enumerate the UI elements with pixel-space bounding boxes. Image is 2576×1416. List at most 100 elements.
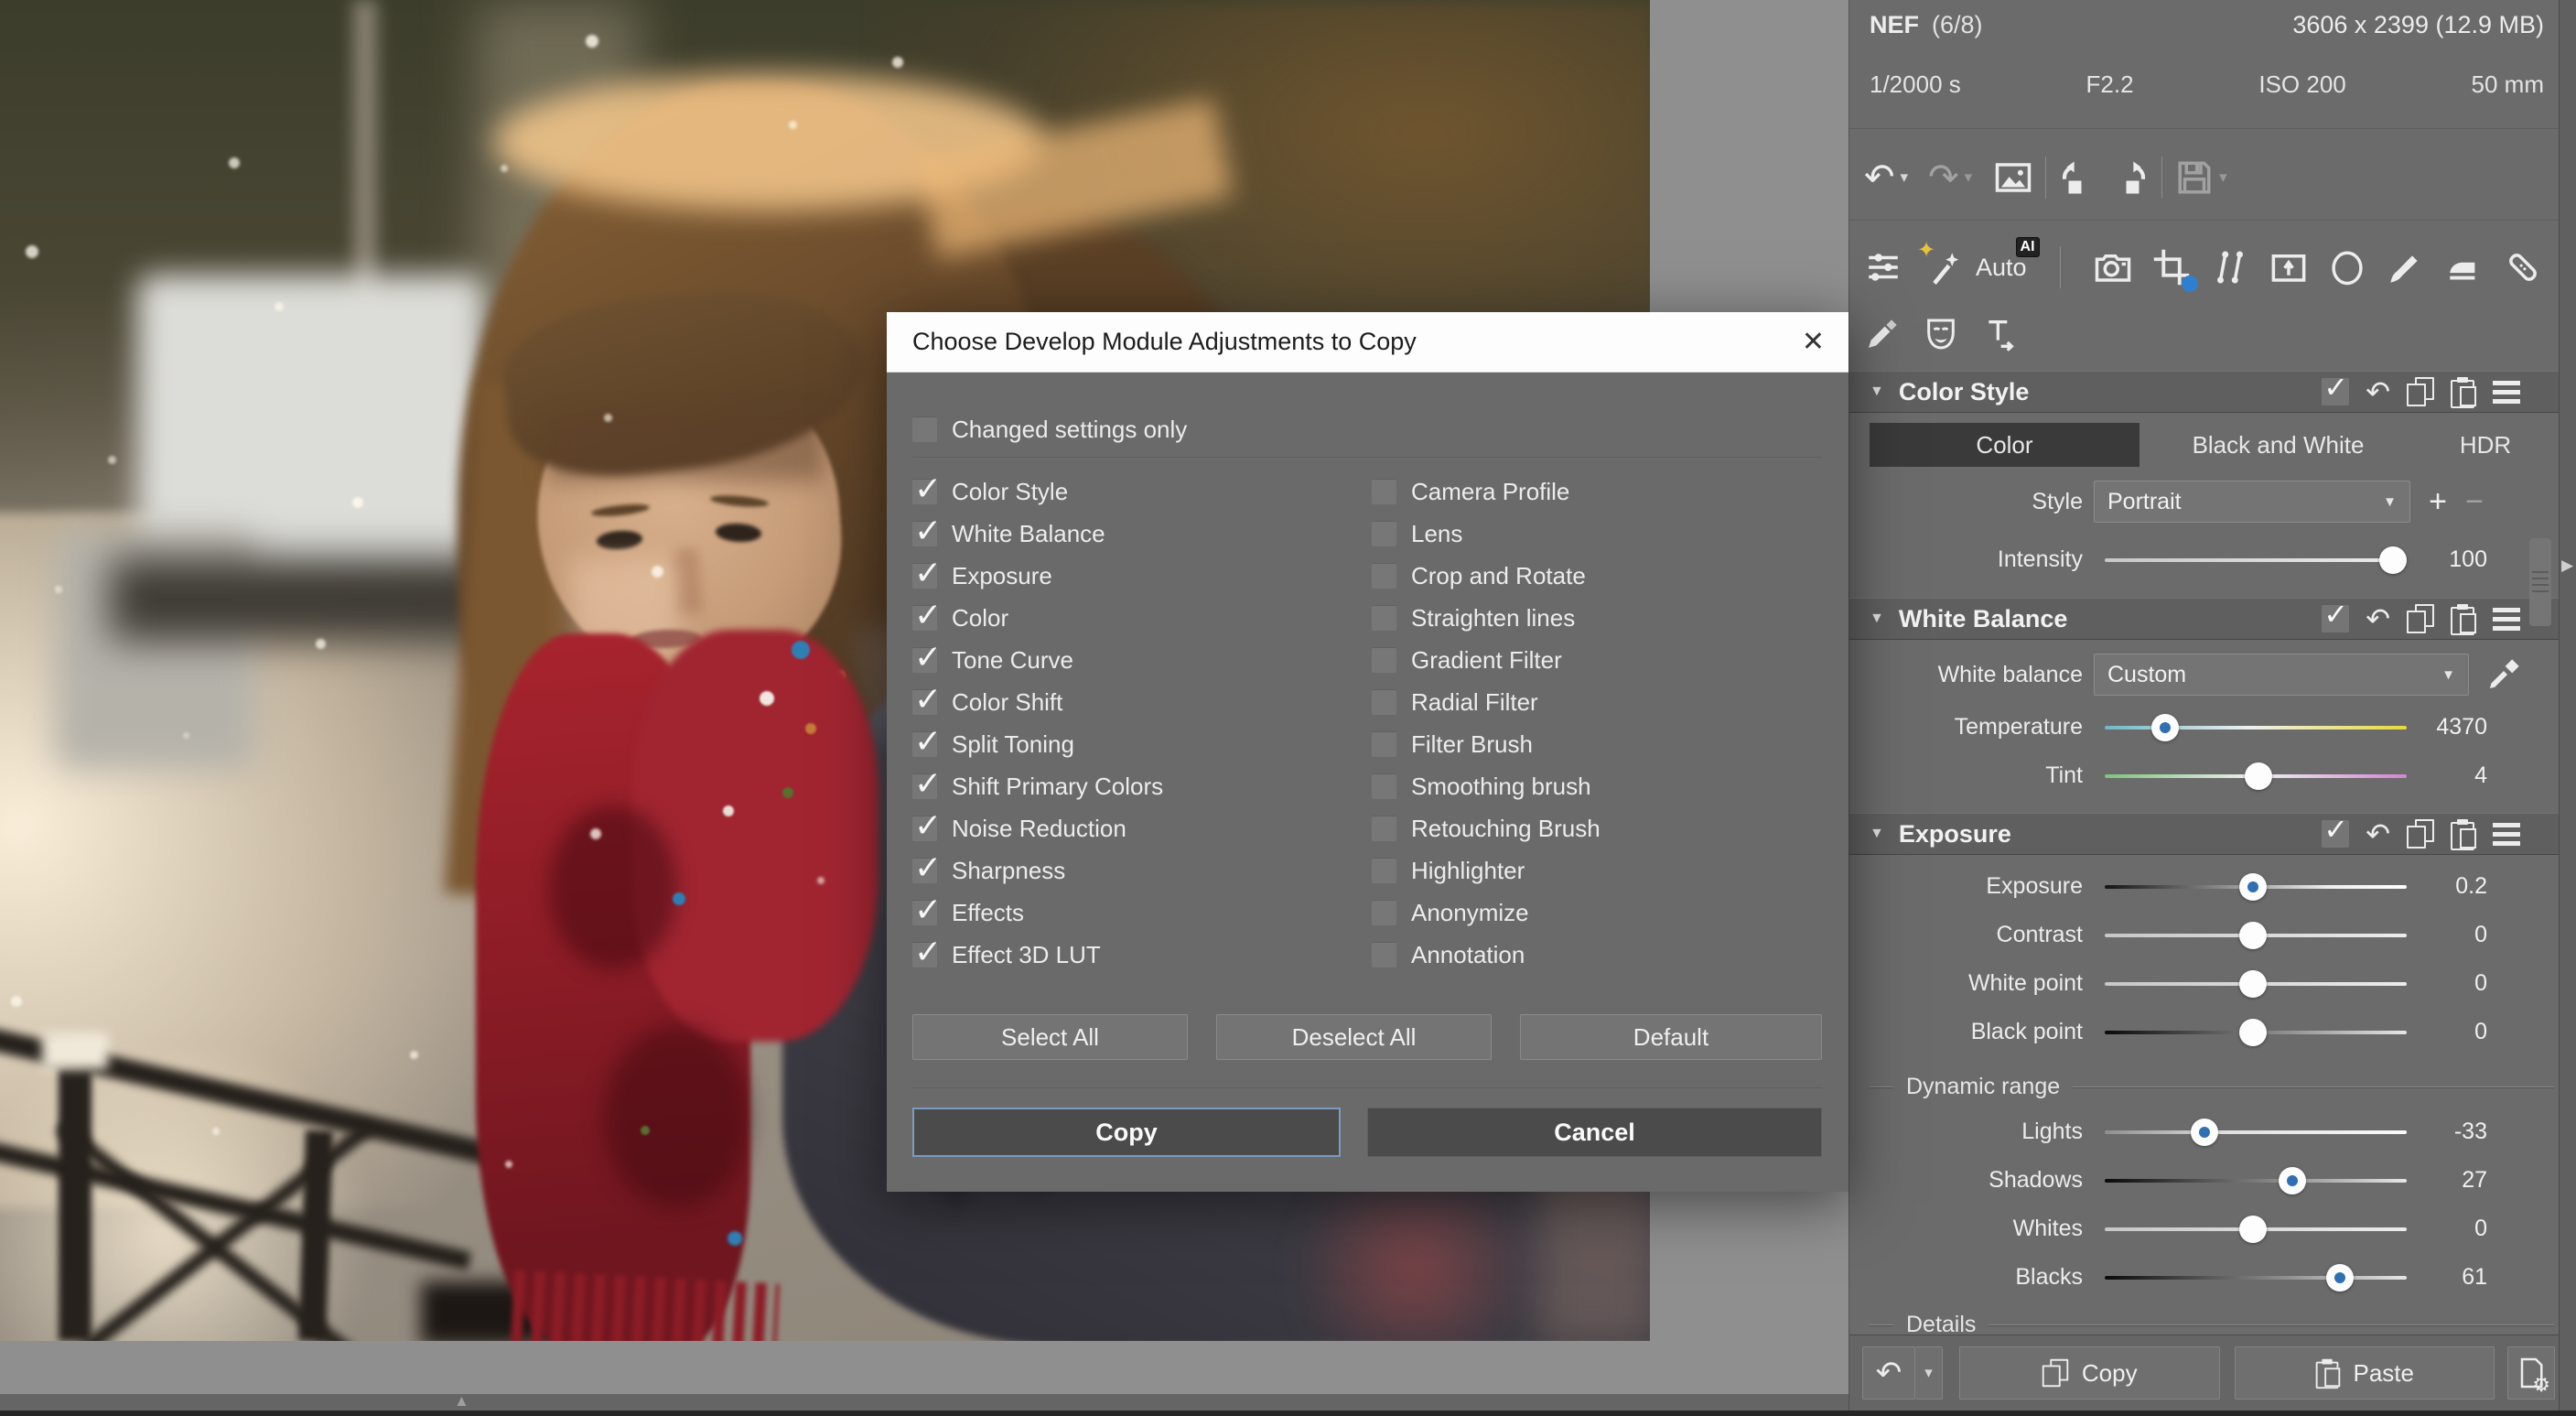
- highlighter-tool-button[interactable]: [1864, 316, 1901, 352]
- slider-track[interactable]: [2105, 1130, 2407, 1134]
- unchecked-checkbox[interactable]: [1372, 900, 1396, 925]
- unchecked-checkbox[interactable]: [1372, 521, 1396, 546]
- save-dropdown-button[interactable]: ▾: [2214, 168, 2233, 187]
- auto-enhance-button[interactable]: ✦ AI Auto: [1928, 248, 2027, 286]
- section-menu-icon[interactable]: [2493, 823, 2520, 846]
- option-filter-brush[interactable]: Filter Brush: [1372, 728, 1533, 761]
- section-paste-icon[interactable]: [2451, 819, 2476, 849]
- slider-handle[interactable]: [2239, 1019, 2267, 1046]
- option-effects[interactable]: ✓Effects: [912, 896, 1024, 929]
- undo-button[interactable]: ↶: [1864, 159, 1895, 196]
- slider-handle[interactable]: [2151, 714, 2179, 741]
- slider-handle[interactable]: [2245, 762, 2272, 790]
- white-balance-section-header[interactable]: ▼ White Balance ✓ ↶: [1849, 598, 2576, 640]
- unchecked-checkbox[interactable]: [1372, 816, 1396, 841]
- rotate-left-button[interactable]: [2059, 158, 2097, 197]
- option-white-balance[interactable]: ✓White Balance: [912, 517, 1105, 550]
- option-lens[interactable]: Lens: [1372, 517, 1462, 550]
- option-tone-curve[interactable]: ✓Tone Curve: [912, 643, 1073, 676]
- unchecked-checkbox[interactable]: [1372, 858, 1396, 883]
- option-smoothing-brush[interactable]: Smoothing brush: [1372, 770, 1591, 803]
- checked-checkbox[interactable]: ✓: [912, 563, 937, 589]
- retouching-brush-tool-button[interactable]: [2504, 248, 2542, 286]
- deselect-all-button[interactable]: Deselect All: [1216, 1014, 1492, 1060]
- text-tool-button[interactable]: [1981, 316, 2018, 352]
- option-color[interactable]: ✓Color: [912, 601, 1008, 634]
- option-gradient-filter[interactable]: Gradient Filter: [1372, 643, 1562, 676]
- filter-brush-tool-button[interactable]: [2387, 248, 2425, 286]
- bar-paste-button[interactable]: Paste: [2235, 1346, 2495, 1400]
- section-copy-icon[interactable]: [2407, 604, 2434, 633]
- dialog-copy-button[interactable]: Copy: [912, 1108, 1341, 1157]
- checked-checkbox[interactable]: ✓: [912, 900, 937, 925]
- section-enabled-checkbox[interactable]: ✓: [2322, 605, 2349, 632]
- slider-handle[interactable]: [2239, 1216, 2267, 1243]
- option-exposure[interactable]: ✓Exposure: [912, 559, 1052, 592]
- compare-image-button[interactable]: [1994, 158, 2032, 197]
- option-sharpness[interactable]: ✓Sharpness: [912, 854, 1065, 887]
- option-camera-profile[interactable]: Camera Profile: [1372, 475, 1569, 508]
- camera-tool-button[interactable]: [2094, 248, 2132, 286]
- undo-dropdown-button[interactable]: ▾: [1895, 168, 1914, 187]
- unchecked-checkbox[interactable]: [1372, 479, 1396, 504]
- unchecked-checkbox[interactable]: [1372, 773, 1396, 799]
- option-noise-reduction[interactable]: ✓Noise Reduction: [912, 812, 1126, 845]
- section-menu-icon[interactable]: [2493, 381, 2520, 404]
- section-paste-icon[interactable]: [2451, 604, 2476, 633]
- collapse-icon[interactable]: ▼: [1870, 384, 1884, 400]
- adjustments-tool-button[interactable]: [1864, 248, 1902, 286]
- anonymize-tool-button[interactable]: [1923, 316, 1959, 352]
- checked-checkbox[interactable]: ✓: [912, 689, 937, 715]
- checked-checkbox[interactable]: ✓: [912, 647, 937, 673]
- slider-handle[interactable]: [2239, 970, 2267, 998]
- section-reset-icon[interactable]: ↶: [2366, 819, 2390, 849]
- slider-handle[interactable]: [2326, 1264, 2354, 1292]
- section-copy-icon[interactable]: [2407, 819, 2434, 849]
- panel-collapse-strip[interactable]: ▶: [2559, 0, 2576, 1411]
- default-button[interactable]: Default: [1520, 1014, 1822, 1060]
- dialog-close-button[interactable]: ✕: [1802, 329, 1825, 356]
- bar-paste-settings-button[interactable]: ⚙: [2507, 1346, 2555, 1400]
- crop-tool-button[interactable]: [2152, 248, 2191, 286]
- checked-checkbox[interactable]: ✓: [912, 816, 937, 841]
- white-balance-eyedropper-button[interactable]: [2485, 656, 2522, 693]
- style-dropdown[interactable]: Portrait ▼: [2094, 481, 2410, 523]
- unchecked-checkbox[interactable]: [1372, 689, 1396, 715]
- checked-checkbox[interactable]: ✓: [912, 731, 937, 757]
- section-reset-icon[interactable]: ↶: [2366, 604, 2390, 633]
- remove-style-button[interactable]: −: [2456, 483, 2493, 520]
- straighten-tool-button[interactable]: [2269, 248, 2308, 286]
- section-enabled-checkbox[interactable]: ✓: [2322, 820, 2349, 848]
- option-straighten-lines[interactable]: Straighten lines: [1372, 601, 1575, 634]
- gradient-filter-tool-button[interactable]: [2211, 248, 2249, 286]
- radial-filter-tool-button[interactable]: [2328, 248, 2366, 286]
- changed-settings-only-checkbox-row[interactable]: Changed settings only: [912, 413, 1187, 446]
- panel-scrollbar-thumb[interactable]: [2529, 538, 2551, 626]
- option-color-style[interactable]: ✓Color Style: [912, 475, 1068, 508]
- dialog-titlebar[interactable]: Choose Develop Module Adjustments to Cop…: [887, 312, 1848, 373]
- redo-button[interactable]: ↷: [1928, 159, 1959, 196]
- slider-handle[interactable]: [2379, 546, 2407, 574]
- white-balance-dropdown[interactable]: Custom ▼: [2094, 654, 2469, 696]
- collapse-icon[interactable]: ▼: [1870, 611, 1884, 627]
- redo-dropdown-button[interactable]: ▾: [1959, 168, 1978, 187]
- slider-track[interactable]: [2105, 558, 2407, 562]
- filmstrip-expand-icon[interactable]: ▲: [454, 1392, 469, 1410]
- option-crop-and-rotate[interactable]: Crop and Rotate: [1372, 559, 1586, 592]
- option-highlighter[interactable]: Highlighter: [1372, 854, 1525, 887]
- option-split-toning[interactable]: ✓Split Toning: [912, 728, 1074, 761]
- changed-settings-only-checkbox[interactable]: [912, 416, 937, 442]
- bar-undo-button[interactable]: ↶: [1862, 1346, 1915, 1400]
- section-menu-icon[interactable]: [2493, 608, 2520, 631]
- section-copy-icon[interactable]: [2407, 377, 2434, 406]
- option-shift-primary-colors[interactable]: ✓Shift Primary Colors: [912, 770, 1163, 803]
- smoothing-brush-tool-button[interactable]: [2445, 248, 2484, 286]
- rotate-right-button[interactable]: [2110, 158, 2149, 197]
- add-style-button[interactable]: +: [2420, 483, 2456, 520]
- slider-handle[interactable]: [2191, 1119, 2218, 1146]
- dialog-cancel-button[interactable]: Cancel: [1367, 1108, 1822, 1157]
- option-radial-filter[interactable]: Radial Filter: [1372, 686, 1538, 719]
- checked-checkbox[interactable]: ✓: [912, 521, 937, 546]
- option-color-shift[interactable]: ✓Color Shift: [912, 686, 1062, 719]
- unchecked-checkbox[interactable]: [1372, 731, 1396, 757]
